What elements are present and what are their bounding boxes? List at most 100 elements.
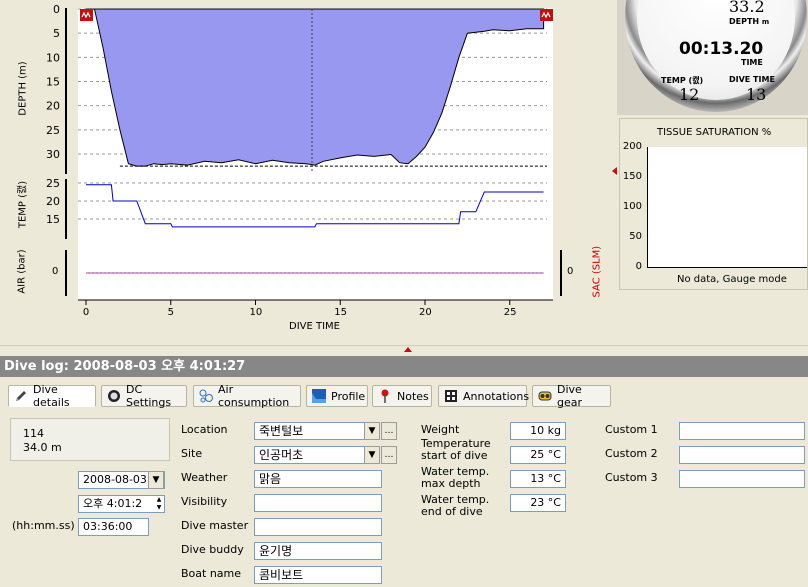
temp-start-value: 25 °C <box>530 448 561 461</box>
x-tick-label: 15 <box>334 307 347 318</box>
depth-tick-label: 0 <box>53 3 60 16</box>
custom2-field[interactable] <box>679 446 805 464</box>
gauge-divetime-value: 13 <box>746 85 767 104</box>
weight-value: 10 kg <box>530 424 561 437</box>
temp-max-label-line2: max depth <box>421 477 481 490</box>
gauge-time-value: 00:13.20 <box>679 39 764 59</box>
tab-profile[interactable]: Profile <box>306 385 368 407</box>
custom1-field[interactable] <box>679 422 805 440</box>
x-tick-label: 0 <box>82 307 90 318</box>
temp-max-label: Water temp. max depth <box>421 466 489 490</box>
time-spinner[interactable]: 오후 4:01:2 <box>78 495 165 513</box>
divebuddy-value: 윤기명 <box>259 544 293 558</box>
dive-profile-chart[interactable]: 0 5 10 15 20 25 30 25 20 15 <box>0 0 615 345</box>
location-label: Location <box>181 423 228 436</box>
temp-end-label: Water temp. end of dive <box>421 494 489 518</box>
tab-dive-details[interactable]: Dive details <box>8 383 96 409</box>
tab-dive-gear[interactable]: Dive gear <box>532 383 611 409</box>
splitter-arrow-icon[interactable] <box>404 347 412 352</box>
x-axis-label: DIVE TIME <box>289 321 340 332</box>
gauge-icon <box>107 389 121 403</box>
divebuddy-label: Dive buddy <box>181 543 244 556</box>
gauge-depth-label-text: DEPTH <box>729 17 760 26</box>
location-dropdown-button[interactable]: ▼ <box>364 422 380 440</box>
tab-notes-label: Notes <box>397 389 429 403</box>
tab-dive-gear-label: Dive gear <box>557 383 583 409</box>
temp-max-value: 13 °C <box>530 472 561 485</box>
profile-icon <box>312 389 326 403</box>
date-dropdown-button[interactable]: ▼ <box>148 471 164 489</box>
temp-tick-label: 15 <box>46 213 60 226</box>
pencil-icon <box>14 389 28 403</box>
time-spin-buttons[interactable]: ▲ ▼ <box>154 496 164 512</box>
temp-end-value: 23 °C <box>530 496 561 509</box>
depth-tick-label: 20 <box>46 100 60 113</box>
tab-dc-settings[interactable]: DC Settings <box>101 383 187 409</box>
tissue-note: No data, Gauge mode <box>677 274 787 285</box>
depth-tick-label: 30 <box>46 148 60 161</box>
site-browse-button[interactable]: … <box>381 446 397 464</box>
tab-air-consumption[interactable]: Air consumption <box>193 383 301 409</box>
mask-icon <box>538 389 552 403</box>
tab-annotations[interactable]: Annotations <box>438 385 529 407</box>
visibility-field[interactable] <box>254 494 382 512</box>
gauge-depth-value: 33.2 <box>729 0 765 16</box>
temp-start-label-line2: start of dive <box>421 449 488 462</box>
site-select[interactable]: 인공머초 <box>254 446 380 464</box>
tab-notes[interactable]: Notes <box>372 385 432 407</box>
gauge-divetime-label: DIVE TIME <box>729 75 775 84</box>
weight-field[interactable]: 10 kg <box>510 422 566 440</box>
custom3-field[interactable] <box>679 470 805 488</box>
air-tick: 0 <box>52 266 59 277</box>
location-browse-button[interactable]: … <box>381 422 397 440</box>
depth-axis-bar <box>65 8 67 174</box>
x-tick-label: 5 <box>167 307 174 318</box>
divelog-header: Dive log: 2008-08-03 오후 4:01:27 <box>0 356 808 377</box>
divemaster-field[interactable] <box>254 518 382 536</box>
sac-axis-bar <box>560 250 562 296</box>
tab-dc-settings-label: DC Settings <box>126 383 172 409</box>
divebuddy-field[interactable]: 윤기명 <box>254 542 382 560</box>
date-value: 2008-08-03 <box>83 473 147 486</box>
site-label: Site <box>181 447 203 460</box>
weight-label: Weight <box>421 423 460 436</box>
tab-dive-details-label: Dive details <box>33 383 70 409</box>
dive-number: 114 <box>23 427 44 440</box>
divemaster-label: Dive master <box>181 519 249 532</box>
weather-field[interactable]: 맑음 <box>254 470 382 488</box>
gauge-panel: 33.2 DEPTH m 00:13.20 TIME TEMP (캜) 12 D… <box>617 0 808 115</box>
location-select[interactable]: 죽변털보 <box>254 422 380 440</box>
tissue-collapse-arrow-icon[interactable] <box>612 167 617 175</box>
custom3-label: Custom 3 <box>605 471 658 484</box>
temp-tick-label: 20 <box>46 195 60 208</box>
boatname-label: Boat name <box>181 567 242 580</box>
temp-start-field[interactable]: 25 °C <box>510 446 566 464</box>
film-icon <box>444 389 458 403</box>
time-value: 오후 4:01:2 <box>83 497 143 510</box>
tissue-tick-label: 0 <box>635 261 642 272</box>
tissue-tick-label: 200 <box>622 141 642 152</box>
x-tick-label: 25 <box>503 307 517 318</box>
gauge-depth-unit: m <box>761 18 770 26</box>
duration-field[interactable]: 03:36:00 <box>78 518 149 536</box>
depth-tick-label: 5 <box>53 27 60 40</box>
temp-max-field[interactable]: 13 °C <box>510 470 566 488</box>
x-tick-label: 10 <box>249 307 263 318</box>
visibility-label: Visibility <box>181 495 228 508</box>
tissue-tick-label: 50 <box>629 231 642 242</box>
divelog-title: Dive log: 2008-08-03 오후 4:01:27 <box>4 359 246 374</box>
tissue-chart-area <box>647 147 807 268</box>
site-dropdown-button[interactable]: ▼ <box>364 446 380 464</box>
weather-label: Weather <box>181 471 228 484</box>
boatname-value: 콤비보트 <box>259 568 304 582</box>
custom2-label: Custom 2 <box>605 447 658 460</box>
sac-tick: 0 <box>567 266 574 277</box>
gauge-temp-value: 12 <box>679 85 700 104</box>
depth-tick-label: 25 <box>46 124 60 137</box>
temp-end-field[interactable]: 23 °C <box>510 494 566 512</box>
tab-air-consumption-label: Air consumption <box>218 383 290 409</box>
boatname-field[interactable]: 콤비보트 <box>254 566 382 584</box>
tissue-tick-label: 150 <box>622 171 642 182</box>
tissue-title: TISSUE SATURATION % <box>657 127 772 138</box>
custom1-label: Custom 1 <box>605 423 658 436</box>
